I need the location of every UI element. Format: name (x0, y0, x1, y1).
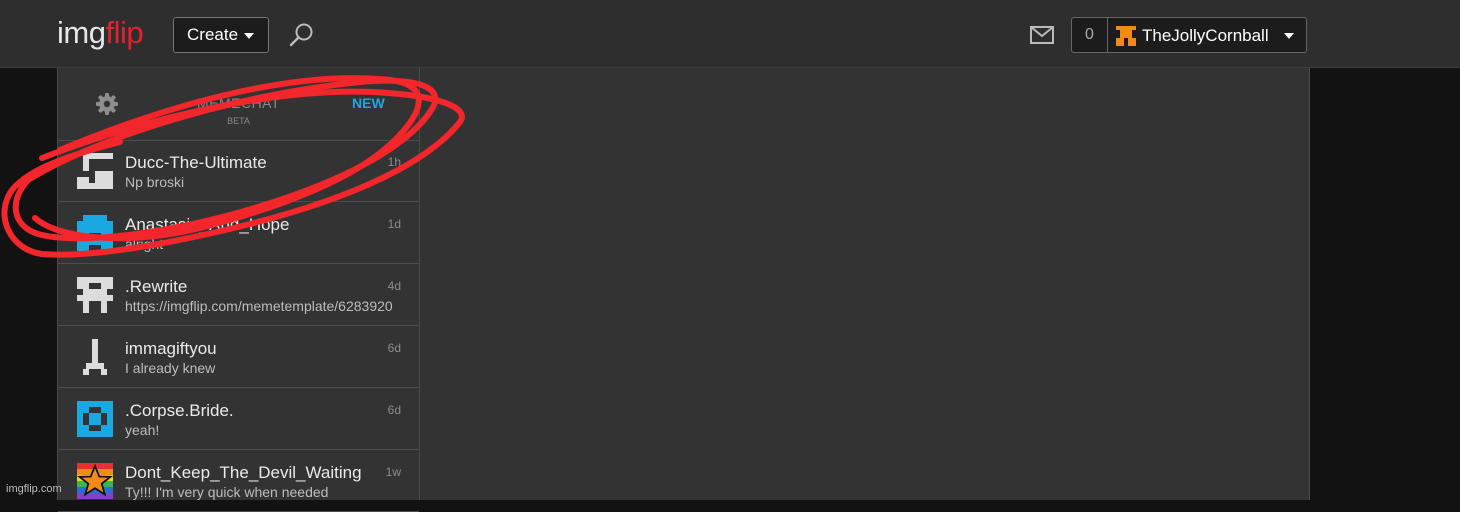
conversation-name: .Rewrite (125, 277, 188, 296)
conversation-time: 1w (385, 465, 401, 479)
conversation-preview: yeah! (125, 422, 160, 438)
conversation-preview: I already knew (125, 360, 216, 376)
conversation-list: Ducc-The-Ultimate Np broski 1h Anastasia… (58, 140, 419, 512)
mail-icon[interactable] (1030, 26, 1054, 44)
conversation-time: 1d (387, 217, 401, 231)
user-avatar (77, 215, 113, 251)
conversation-preview: Ty!!! I'm very quick when needed (125, 484, 329, 500)
conversation-row[interactable]: Dont_Keep_The_Devil_Waiting Ty!!! I'm ve… (58, 450, 419, 512)
username: TheJollyCornball (1142, 26, 1269, 45)
conversation-preview: alright (125, 236, 164, 252)
notification-count[interactable]: 0 (1071, 17, 1107, 53)
conversation-time: 4d (387, 279, 401, 293)
conversation-row[interactable]: .Corpse.Bride. yeah! 6d (58, 388, 419, 450)
user-avatar (83, 339, 107, 375)
beta-label: BETA (227, 116, 250, 126)
conversation-row[interactable]: .Rewrite https://imgflip.com/memetemplat… (58, 264, 419, 326)
new-chat-button[interactable]: NEW (352, 95, 385, 111)
conversation-name: Dont_Keep_The_Devil_Waiting (125, 463, 362, 482)
conversation-row[interactable]: Ducc-The-Ultimate Np broski 1h (58, 140, 419, 202)
memechat-header: MEMECHAT BETA NEW (58, 68, 419, 141)
memechat-panel: MEMECHAT BETA NEW Ducc-The-Ultimate Np b… (58, 68, 420, 512)
conversation-preview: Np broski (125, 174, 185, 190)
imgflip-watermark: imgflip.com (6, 483, 62, 495)
user-avatar (77, 463, 113, 499)
search-icon[interactable] (289, 22, 315, 48)
create-label: Create (187, 25, 239, 44)
conversation-preview: https://imgflip.com/memetemplate/6283920 (125, 298, 393, 314)
main-content: MEMECHAT BETA NEW Ducc-The-Ultimate Np b… (57, 68, 1310, 512)
conversation-name: immagiftyou (125, 339, 217, 358)
conversation-name: Ducc-The-Ultimate (125, 153, 267, 172)
user-avatar-icon (1116, 26, 1136, 46)
top-header: imgflip Create 0 TheJollyCornball (0, 0, 1460, 68)
user-avatar (77, 153, 113, 189)
conversation-name: Anastasia_And_Hope (125, 215, 290, 234)
conversation-time: 6d (387, 341, 401, 355)
conversation-time: 6d (387, 403, 401, 417)
conversation-time: 1h (387, 155, 401, 169)
create-button[interactable]: Create (173, 17, 269, 53)
conversation-name: .Corpse.Bride. (125, 401, 234, 420)
conversation-row[interactable]: Anastasia_And_Hope alright 1d (58, 202, 419, 264)
user-avatar (77, 401, 113, 437)
imgflip-logo[interactable]: imgflip (57, 14, 144, 52)
chevron-down-icon (244, 32, 255, 39)
chevron-down-icon (1284, 33, 1294, 39)
user-menu-button[interactable]: TheJollyCornball (1107, 17, 1307, 53)
user-avatar (77, 277, 113, 313)
conversation-row[interactable]: immagiftyou I already knew 6d (58, 326, 419, 388)
